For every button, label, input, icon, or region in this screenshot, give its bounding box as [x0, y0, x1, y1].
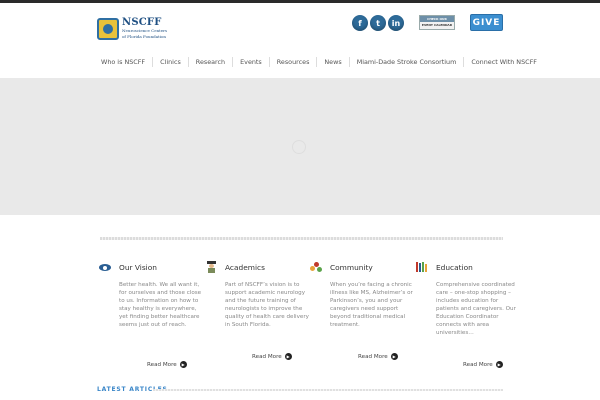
column-body: Comprehensive coordinated care – one-sto…	[436, 282, 516, 337]
loading-spinner-icon	[292, 140, 306, 154]
column-body: Better health. We all want it, for ourse…	[119, 282, 202, 329]
calendar-label-bottom: EVENT CALENDAR	[420, 22, 454, 29]
column-header: Academics	[207, 261, 311, 273]
read-more-label: Read More	[252, 353, 282, 360]
graduate-icon	[205, 261, 217, 273]
read-more-label: Read More	[463, 361, 493, 368]
column-community: Community When you’re facing a chronic i…	[310, 262, 416, 329]
column-academics: Academics Part of NSCFF’s vision is to s…	[207, 261, 311, 329]
read-more-academics[interactable]: Read More ▶	[252, 353, 292, 360]
linkedin-icon[interactable]: in	[388, 15, 404, 31]
nav-item-clinics[interactable]: Clinics	[153, 56, 188, 68]
column-header: Education	[416, 262, 522, 272]
read-more-community[interactable]: Read More ▶	[358, 353, 398, 360]
column-title: Academics	[225, 262, 265, 272]
column-header: Community	[310, 262, 416, 272]
nav-item-news[interactable]: News	[317, 56, 348, 68]
nav-item-resources[interactable]: Resources	[270, 56, 317, 68]
read-more-education[interactable]: Read More ▶	[463, 361, 503, 368]
nav-item-research[interactable]: Research	[189, 56, 232, 68]
main-nav: Who is NSCFF Clinics Research Events Res…	[94, 56, 544, 68]
nav-item-who-is-nscff[interactable]: Who is NSCFF	[94, 56, 152, 68]
column-our-vision: Our Vision Better health. We all want it…	[99, 262, 205, 329]
nav-item-events[interactable]: Events	[233, 56, 269, 68]
column-body: When you’re facing a chronic illness lik…	[330, 282, 413, 329]
arrow-right-icon: ▶	[495, 361, 503, 368]
column-header: Our Vision	[99, 262, 205, 272]
logo[interactable]: NSCFF Neuroscience Centers of Florida Fo…	[97, 17, 167, 41]
give-button[interactable]: GIVE	[470, 14, 503, 31]
top-bar	[0, 0, 600, 3]
logo-emblem-icon	[97, 18, 119, 40]
eye-icon	[99, 261, 111, 273]
read-more-label: Read More	[358, 353, 388, 360]
event-calendar-button[interactable]: CHECK OUR EVENT CALENDAR	[419, 15, 455, 30]
books-icon	[416, 261, 428, 273]
column-education: Education Comprehensive coordinated care…	[416, 262, 522, 337]
arrow-right-icon: ▶	[284, 353, 292, 360]
column-title: Our Vision	[119, 262, 157, 272]
arrow-right-icon: ▶	[390, 353, 398, 360]
community-icon	[310, 261, 322, 273]
logo-text: NSCFF Neuroscience Centers of Florida Fo…	[122, 18, 167, 39]
column-body: Part of NSCFF’s vision is to support aca…	[225, 282, 309, 329]
column-title: Education	[436, 262, 473, 272]
read-more-our-vision[interactable]: Read More ▶	[147, 361, 187, 368]
logo-sub-line-2: of Florida Foundation	[122, 34, 166, 39]
nav-item-stroke-consortium[interactable]: Miami-Dade Stroke Consortium	[350, 56, 464, 68]
column-title: Community	[330, 262, 373, 272]
nav-item-connect[interactable]: Connect With NSCFF	[464, 56, 544, 68]
facebook-icon[interactable]: f	[352, 15, 368, 31]
read-more-label: Read More	[147, 361, 177, 368]
arrow-right-icon: ▶	[179, 361, 187, 368]
section-divider	[100, 237, 503, 240]
twitter-icon[interactable]: t	[370, 15, 386, 31]
latest-articles-divider	[153, 389, 503, 391]
hero-slider[interactable]	[0, 78, 600, 215]
logo-name: NSCFF	[122, 17, 162, 29]
